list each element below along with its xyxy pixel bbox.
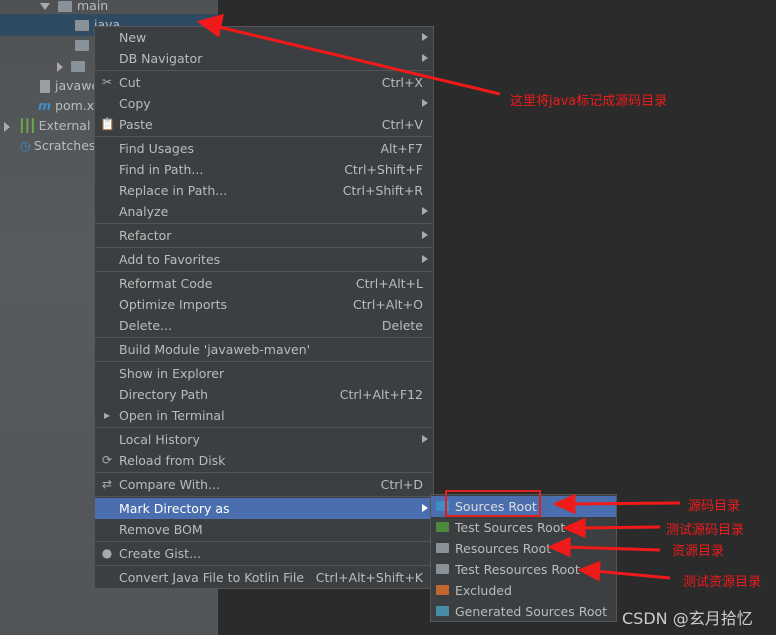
arrow-test-sources	[579, 525, 661, 530]
annotation-sources: 源码目录	[688, 499, 741, 514]
annotation-test-sources: 测试源码目录	[666, 523, 745, 538]
arrow-java	[214, 24, 501, 96]
arrow-sources	[569, 501, 681, 506]
annotation-test-resources: 测试资源目录	[683, 575, 762, 590]
arrowhead	[547, 536, 571, 558]
arrowhead	[562, 517, 586, 539]
watermark: CSDN @玄月拾忆	[622, 609, 753, 628]
annotation-resources: 资源目录	[672, 544, 725, 559]
arrow-resources	[564, 545, 661, 552]
arrowhead	[552, 493, 576, 515]
annotation-java: 这里将java标记成源码目录	[510, 94, 668, 109]
arrow-test-resources	[594, 569, 671, 580]
arrowhead	[577, 560, 601, 582]
arrowhead	[196, 13, 224, 38]
